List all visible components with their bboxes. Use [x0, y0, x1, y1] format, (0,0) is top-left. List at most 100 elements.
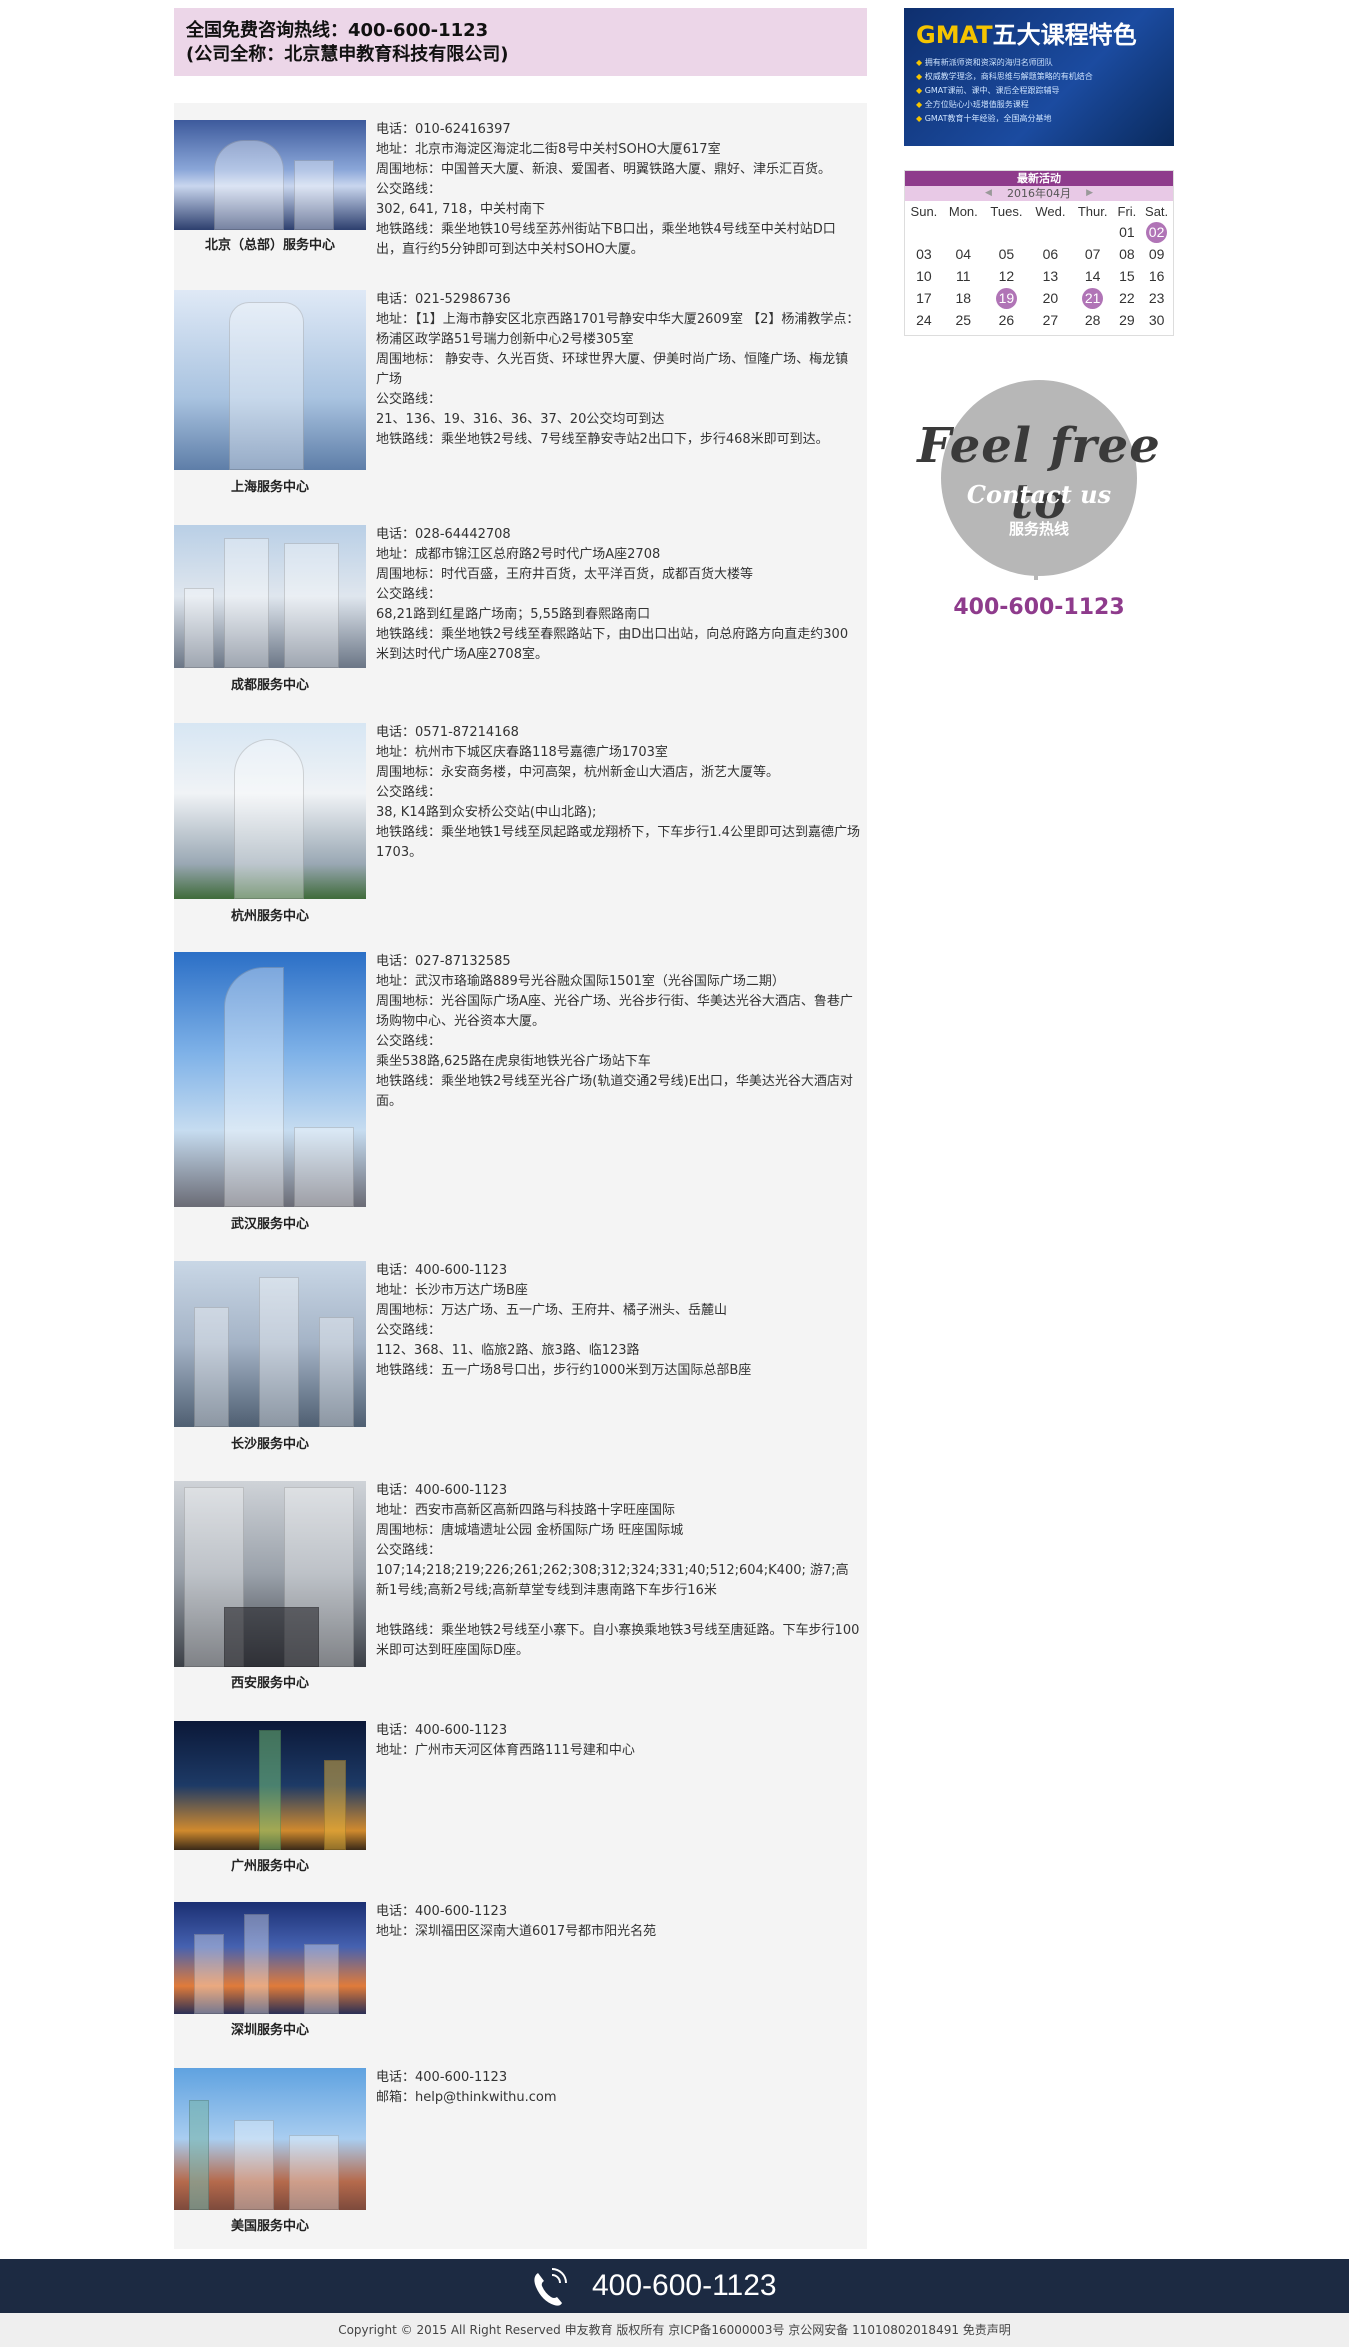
center-address: 地址：成都市锦江区总府路2号时代广场A座2708 — [376, 547, 661, 562]
center-bus-label: 公交路线： — [376, 392, 442, 407]
center-landmarks: 周围地标：永安商务楼，中河高架，杭州新金山大酒店，浙艺大厦等。 — [376, 765, 780, 780]
center-info: 电话：0571-87214168 地址：杭州市下城区庆春路118号嘉德广场170… — [376, 723, 861, 863]
events-calendar: 最新活动 ◀ 2016年04月 ▶ Sun. Mon. Tues. Wed. T… — [904, 170, 1174, 336]
phone-icon — [528, 2267, 572, 2307]
calendar-days: 01 02 03 04 05 06 07 08 09 10 11 12 13 14 15 16 17 18 19 20… — [905, 221, 1173, 331]
calendar-day[interactable]: 04 — [943, 243, 984, 265]
center-image-hangzhou — [174, 723, 366, 899]
chevron-right-icon[interactable]: ▶ — [1086, 186, 1093, 201]
center-bus-routes: 112、368、11、临旅2路、旅3路、临123路 — [376, 1343, 640, 1358]
calendar-day[interactable]: 17 — [905, 287, 943, 309]
center-info: 电话：021-52986736 地址：【1】上海市静安区北京西路1701号静安中… — [376, 290, 861, 450]
center-phone: 电话：400-600-1123 — [376, 2070, 508, 2085]
calendar-day[interactable]: 15 — [1114, 265, 1141, 287]
center-address: 地址：广州市天河区体育西路111号建和中心 — [376, 1743, 635, 1758]
calendar-day[interactable]: 22 — [1114, 287, 1141, 309]
gmat-bullet: GMAT教育十年经验，全国高分基地 — [916, 112, 1162, 126]
center-image-beijing — [174, 120, 366, 230]
calendar-day[interactable]: 12 — [984, 265, 1029, 287]
center-image-shenzhen — [174, 1902, 366, 2014]
calendar-day[interactable]: 01 — [1114, 221, 1141, 243]
calendar-week-row: 10 11 12 13 14 15 16 — [905, 265, 1173, 287]
calendar-day[interactable]: 16 — [1140, 265, 1173, 287]
service-hotline-label: 服务热线 — [1008, 520, 1069, 538]
center-subway: 地铁路线：乘坐地铁2号线至小寨下。自小寨换乘地铁3号线至唐延路。下车步行100米… — [376, 1623, 860, 1658]
calendar-day — [984, 221, 1029, 243]
calendar-day[interactable]: 23 — [1140, 287, 1173, 309]
service-center-list: 北京（总部）服务中心 电话：010-62416397 地址：北京市海淀区海淀北二… — [174, 103, 867, 2249]
calendar-day[interactable]: 09 — [1140, 243, 1173, 265]
center-bus-routes: 38, K14路到众安桥公交站(中山北路); — [376, 805, 597, 820]
calendar-day[interactable]: 20 — [1029, 287, 1072, 309]
center-phone: 电话：400-600-1123 — [376, 1483, 508, 1498]
center-email[interactable]: 邮箱：help@thinkwithu.com — [376, 2088, 861, 2108]
weekday-label: Sun. — [910, 203, 938, 219]
center-phone: 电话：028-64442708 — [376, 527, 511, 542]
center-bus-routes: 乘坐538路,625路在虎泉街地铁光谷广场站下车 — [376, 1054, 651, 1069]
calendar-event-day[interactable]: 02 — [1146, 221, 1168, 243]
center-phone: 电话：021-52986736 — [376, 292, 511, 307]
calendar-day[interactable]: 13 — [1029, 265, 1072, 287]
calendar-day[interactable]: 29 — [1114, 309, 1141, 331]
center-image-shanghai — [174, 290, 366, 470]
center-bus-label: 公交路线： — [376, 1034, 442, 1049]
calendar-day[interactable]: 21 — [1072, 287, 1114, 309]
calendar-day[interactable]: 11 — [943, 265, 984, 287]
calendar-day[interactable]: 19 — [984, 287, 1029, 309]
calendar-day[interactable]: 28 — [1072, 309, 1114, 331]
calendar-week-row: 01 02 — [905, 221, 1173, 243]
center-name: 长沙服务中心 — [230, 1437, 309, 1452]
center-info: 电话：400-600-1123 地址：长沙市万达广场B座 周围地标：万达广场、五… — [376, 1261, 861, 1381]
center-blank-line — [376, 1601, 861, 1621]
center-landmarks: 周围地标：万达广场、五一广场、王府井、橘子洲头、岳麓山 — [376, 1303, 728, 1318]
calendar-day[interactable]: 30 — [1140, 309, 1173, 331]
center-name: 北京（总部）服务中心 — [204, 238, 335, 253]
center-phone: 电话：027-87132585 — [376, 954, 511, 969]
calendar-event-day[interactable]: 19 — [995, 287, 1017, 309]
center-subway: 地铁路线：乘坐地铁1号线至凤起路或龙翔桥下，下车步行1.4公里即可达到嘉德广场1… — [376, 825, 860, 860]
calendar-day[interactable]: 02 — [1140, 221, 1173, 243]
calendar-day[interactable]: 25 — [943, 309, 984, 331]
calendar-day[interactable]: 24 — [905, 309, 943, 331]
center-name: 杭州服务中心 — [230, 909, 309, 924]
calendar-day — [1029, 221, 1072, 243]
calendar-day[interactable]: 14 — [1072, 265, 1114, 287]
calendar-day — [943, 221, 984, 243]
center-name: 西安服务中心 — [230, 1676, 309, 1691]
hotline-title: 全国免费咨询热线：400-600-1123 — [186, 20, 489, 41]
center-phone: 电话：400-600-1123 — [376, 1263, 508, 1278]
gmat-title-rest: 五大课程特色 — [992, 21, 1137, 49]
gmat-bullet: GMAT课前、课中、课后全程跟踪辅导 — [916, 84, 1162, 98]
center-bus-label: 公交路线： — [376, 182, 442, 197]
center-subway: 地铁路线：乘坐地铁2号线至春熙路站下，由D出口出站，向总府路方向直走约300米到… — [376, 627, 849, 662]
center-info: 电话：400-600-1123 地址：西安市高新区高新四路与科技路十字旺座国际 … — [376, 1481, 861, 1661]
calendar-day[interactable]: 26 — [984, 309, 1029, 331]
center-name: 上海服务中心 — [230, 480, 309, 495]
calendar-day[interactable]: 27 — [1029, 309, 1072, 331]
calendar-day[interactable]: 05 — [984, 243, 1029, 265]
center-address: 地址：【1】上海市静安区北京西路1701号静安中华大厦2609室 【2】杨浦教学… — [376, 312, 860, 347]
sidebar-phone[interactable]: 400-600-1123 — [904, 595, 1174, 620]
center-phone: 电话：400-600-1123 — [376, 1723, 508, 1738]
center-info: 电话：027-87132585 地址：武汉市珞瑜路889号光谷融众国际1501室… — [376, 952, 861, 1112]
center-image-wuhan — [174, 952, 366, 1207]
gmat-features-banner[interactable]: GMAT五大课程特色 拥有新派师资和资深的海归名师团队 权威教学理念，商科思维与… — [904, 8, 1174, 146]
center-bus-routes: 68,21路到红星路广场南；5,55路到春熙路南口 — [376, 607, 651, 622]
footer-phone[interactable]: 400-600-1123 — [592, 2269, 777, 2303]
feel-free-text: Feel free to — [917, 418, 1161, 530]
calendar-event-day[interactable]: 21 — [1082, 287, 1104, 309]
calendar-day[interactable]: 06 — [1029, 243, 1072, 265]
calendar-day[interactable]: 07 — [1072, 243, 1114, 265]
chevron-left-icon[interactable]: ◀ — [985, 186, 992, 201]
weekday-label: Tues. — [990, 203, 1023, 219]
center-phone: 电话：0571-87214168 — [376, 725, 519, 740]
calendar-day[interactable]: 18 — [943, 287, 984, 309]
center-subway: 地铁路线：乘坐地铁2号线至光谷广场(轨道交通2号线)E出口，华美达光谷大酒店对面… — [376, 1074, 853, 1109]
calendar-day — [905, 221, 943, 243]
gmat-banner-title: GMAT五大课程特色 — [916, 20, 1162, 50]
calendar-day[interactable]: 10 — [905, 265, 943, 287]
calendar-day[interactable]: 08 — [1114, 243, 1141, 265]
calendar-day[interactable]: 03 — [905, 243, 943, 265]
center-info: 电话：400-600-1123 邮箱：help@thinkwithu.com — [376, 2068, 861, 2108]
weekday-label: Mon. — [948, 203, 978, 219]
